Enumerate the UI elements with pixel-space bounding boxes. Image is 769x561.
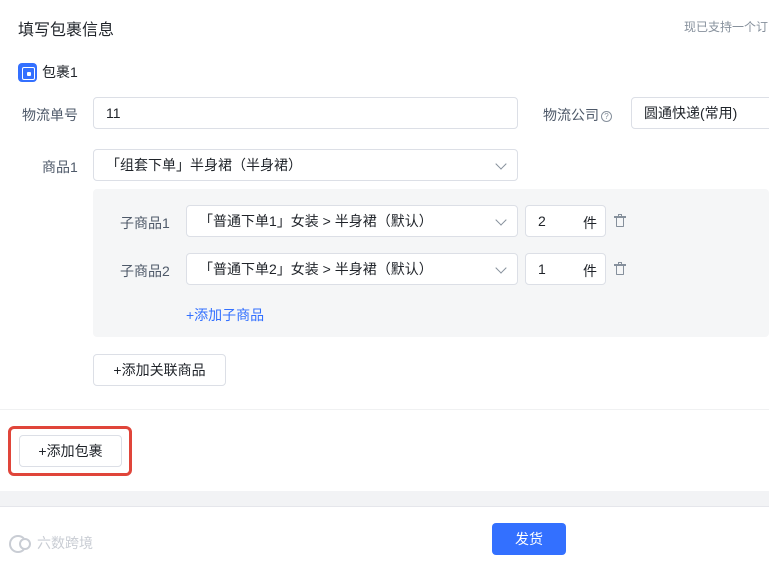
section-gap xyxy=(0,491,769,506)
carrier-select[interactable]: 圆通快递(常用) xyxy=(631,97,769,129)
watermark: 六数跨境 xyxy=(7,533,93,553)
sub-product-value: 「普通下单2」女装 > 半身裙（默认） xyxy=(199,261,433,277)
delete-icon[interactable] xyxy=(614,262,626,275)
quantity-input[interactable]: 1 件 xyxy=(525,253,606,285)
delete-icon[interactable] xyxy=(614,214,626,227)
chevron-down-icon xyxy=(495,214,507,226)
package-icon xyxy=(18,62,37,82)
chevron-down-icon xyxy=(495,262,507,274)
sub-product-select[interactable]: 「普通下单1」女装 > 半身裙（默认） xyxy=(186,205,518,237)
package-header: 包裹1 xyxy=(18,62,78,82)
divider xyxy=(0,409,769,410)
support-hint: 现已支持一个订 xyxy=(684,20,769,34)
carrier-label: 物流公司? xyxy=(543,105,612,125)
sub-product-select[interactable]: 「普通下单2」女装 > 半身裙（默认） xyxy=(186,253,518,285)
watermark-text: 六数跨境 xyxy=(37,535,93,551)
watermark-logo-icon xyxy=(7,533,33,553)
product-label: 商品1 xyxy=(42,159,78,175)
tracking-value: 11 xyxy=(106,105,121,121)
sub-product-value: 「普通下单1」女装 > 半身裙（默认） xyxy=(199,213,433,229)
quantity-unit: 件 xyxy=(583,263,597,279)
sub-product-label: 子商品2 xyxy=(120,263,170,279)
add-related-product-button[interactable]: +添加关联商品 xyxy=(93,354,226,386)
quantity-value: 1 xyxy=(538,261,546,277)
footer-divider xyxy=(0,506,769,507)
quantity-unit: 件 xyxy=(583,215,597,231)
sub-product-label: 子商品1 xyxy=(120,215,170,231)
help-icon[interactable]: ? xyxy=(601,111,612,122)
product-value: 「组套下单」半身裙（半身裙） xyxy=(106,157,302,173)
tracking-input[interactable]: 11 xyxy=(93,97,518,129)
product-select[interactable]: 「组套下单」半身裙（半身裙） xyxy=(93,149,518,181)
tracking-label: 物流单号 xyxy=(22,107,78,123)
add-sub-product-link[interactable]: +添加子商品 xyxy=(186,305,264,325)
chevron-down-icon xyxy=(495,158,507,170)
quantity-input[interactable]: 2 件 xyxy=(525,205,606,237)
page-title: 填写包裹信息 xyxy=(18,22,115,39)
ship-button[interactable]: 发货 xyxy=(492,523,566,555)
quantity-value: 2 xyxy=(538,213,546,229)
carrier-value: 圆通快递(常用) xyxy=(644,105,738,121)
package-label: 包裹1 xyxy=(42,64,78,80)
add-package-button[interactable]: +添加包裹 xyxy=(19,435,122,467)
